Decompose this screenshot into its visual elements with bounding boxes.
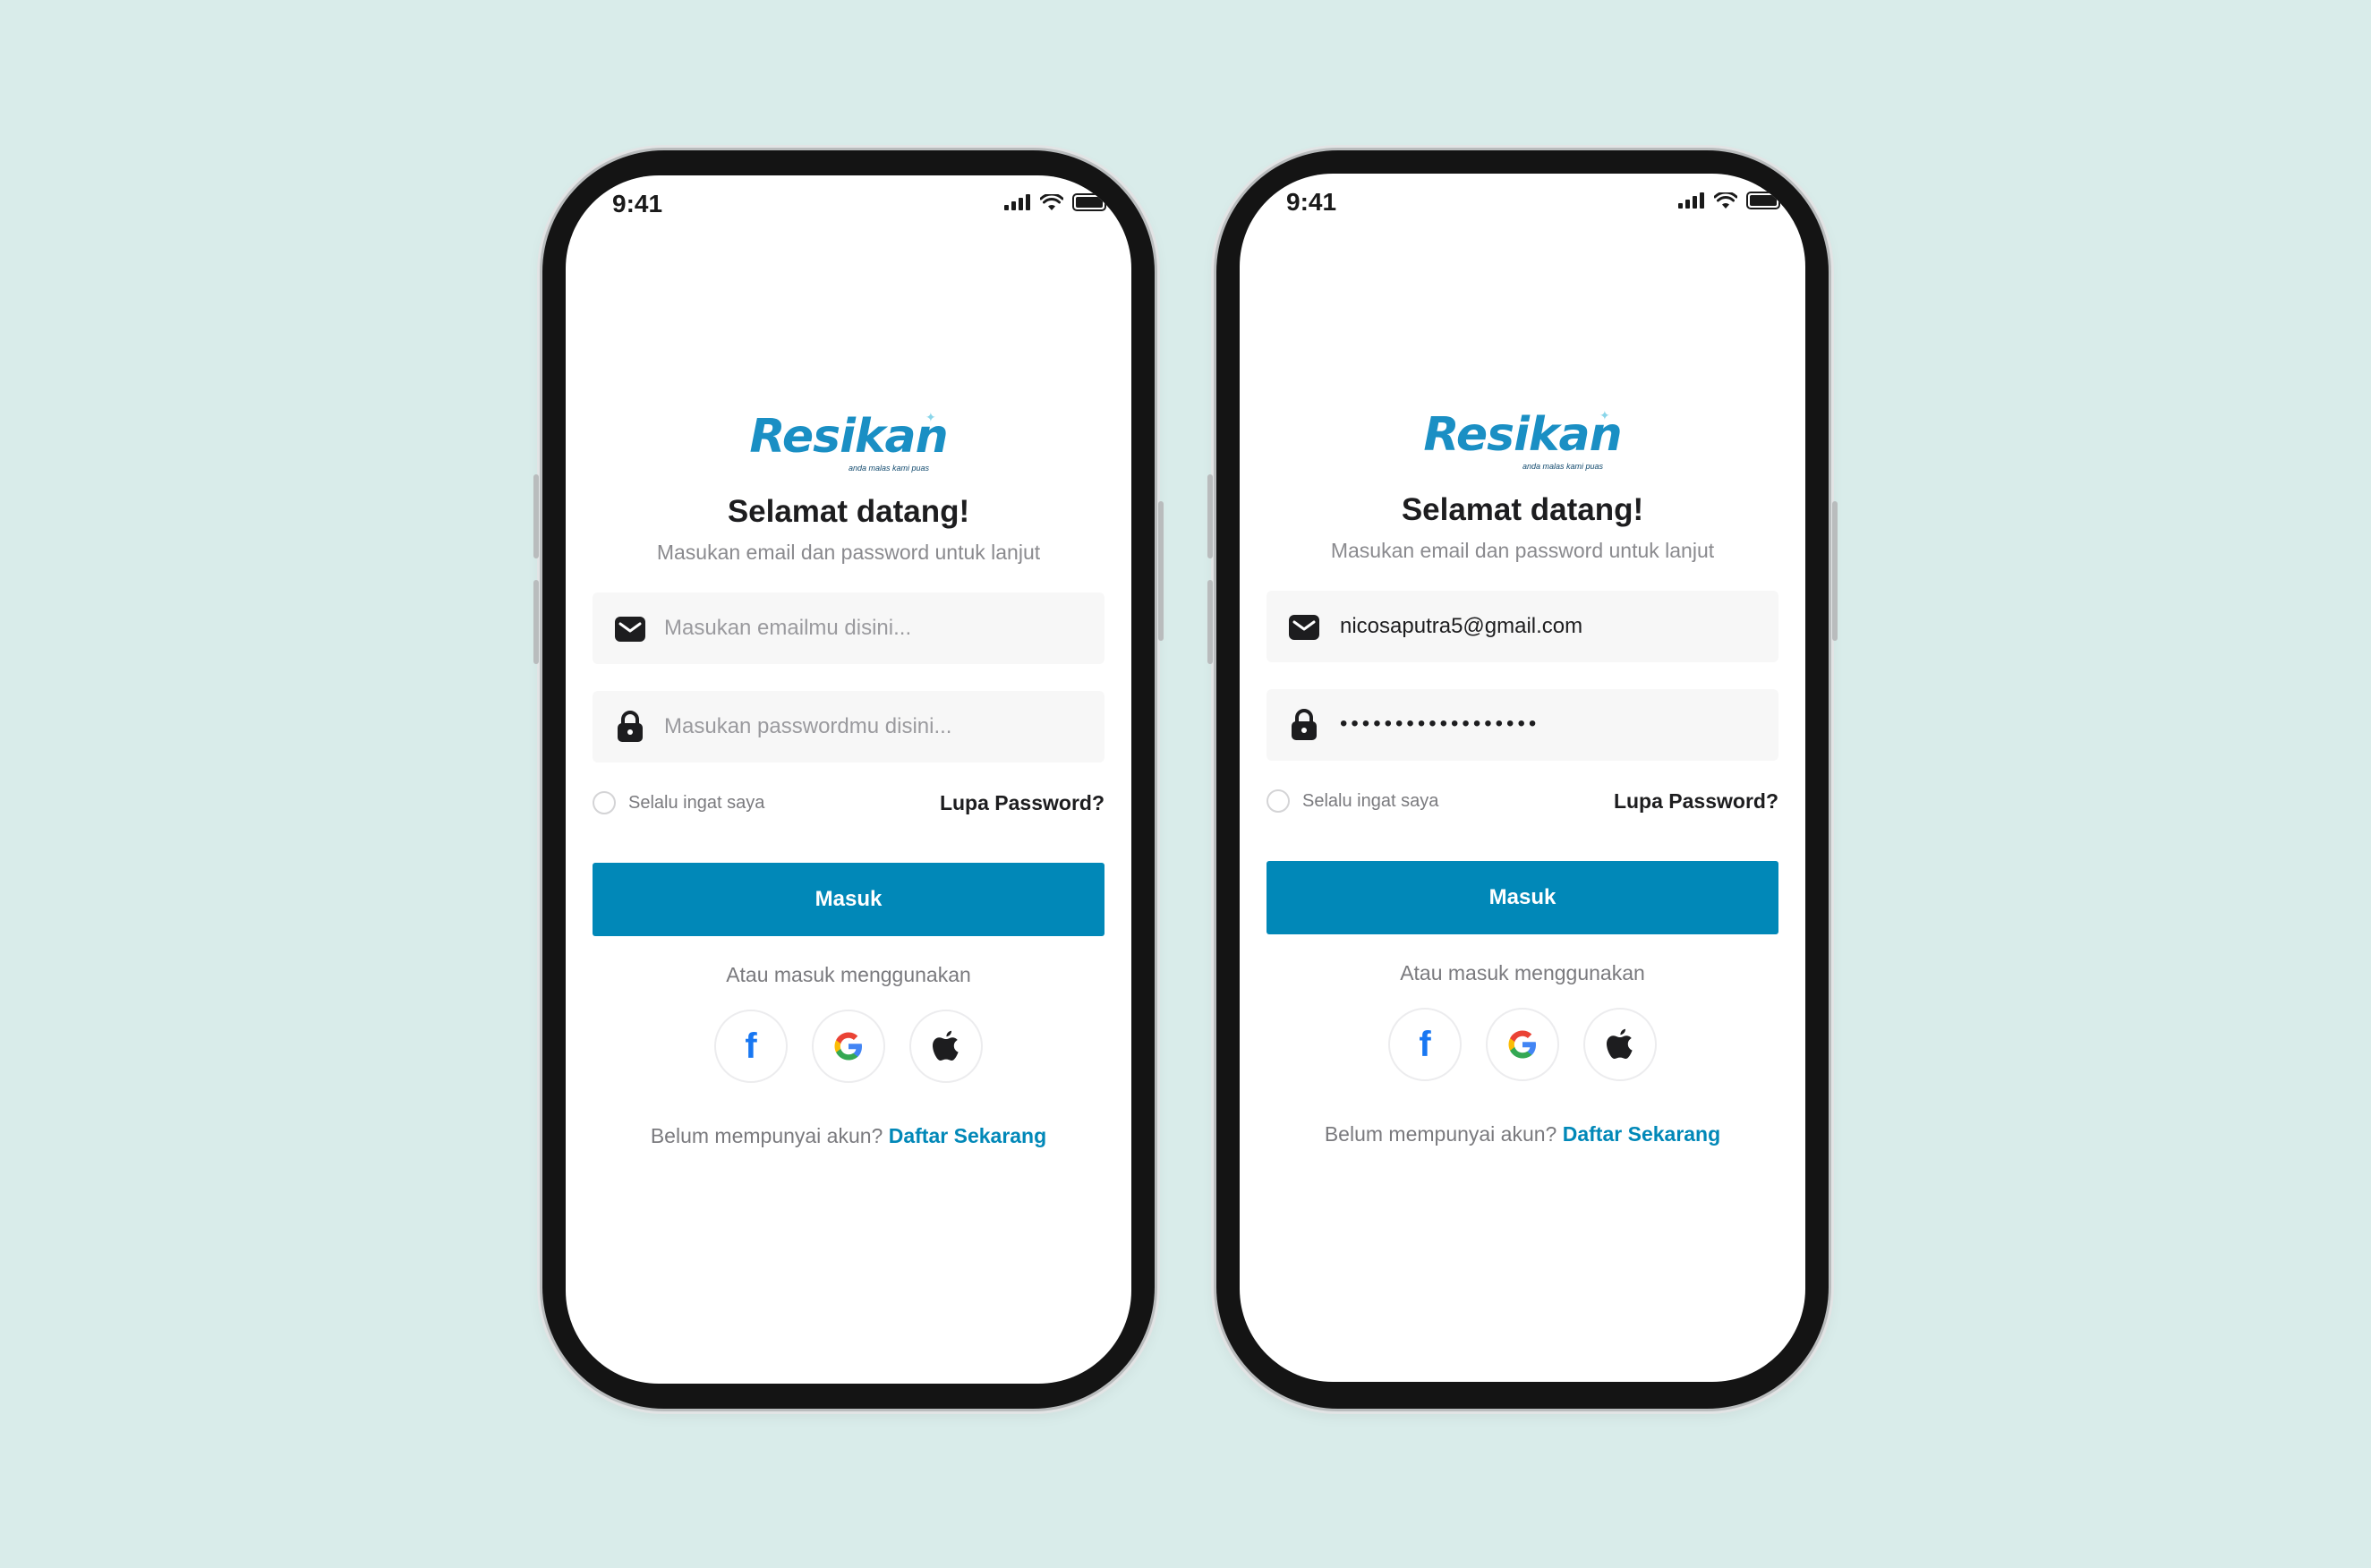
- logo-tagline: anda malas kami puas: [848, 464, 930, 473]
- register-prompt: Belum mempunyai akun? Daftar Sekarang: [1240, 1122, 1805, 1146]
- password-field[interactable]: ••••••••••••••••••: [1267, 689, 1778, 761]
- lock-icon: [1292, 709, 1317, 740]
- facebook-login-button[interactable]: f: [714, 1010, 788, 1083]
- apple-login-button[interactable]: [1583, 1008, 1657, 1081]
- register-prompt: Belum mempunyai akun? Daftar Sekarang: [566, 1124, 1131, 1148]
- remember-me-radio[interactable]: [593, 791, 616, 814]
- volume-down-button: [533, 580, 539, 664]
- email-input[interactable]: [664, 592, 1085, 664]
- register-link[interactable]: Daftar Sekarang: [889, 1124, 1046, 1147]
- social-login-row: f: [1240, 1008, 1805, 1083]
- page-subtitle: Masukan email dan password untuk lanjut: [656, 541, 1041, 564]
- remember-me-label: Selalu ingat saya: [628, 792, 765, 813]
- volume-up-button: [1207, 474, 1213, 558]
- sparkle-icon: ✦: [1599, 408, 1610, 422]
- wifi-icon: [1040, 193, 1063, 210]
- status-bar: 9:41: [1240, 174, 1805, 236]
- facebook-icon: f: [1419, 1025, 1431, 1064]
- page-title: Selamat datang!: [1401, 492, 1644, 527]
- logo-text: Resikan: [1423, 408, 1622, 462]
- status-time: 9:41: [1286, 188, 1337, 216]
- login-screen: 9:41 Resikan anda malas kami puas ✦ Sela…: [566, 175, 1131, 1384]
- register-prompt-text: Belum mempunyai akun?: [1324, 1122, 1557, 1146]
- social-login-row: f: [566, 1010, 1131, 1085]
- power-button: [1832, 501, 1838, 641]
- login-button[interactable]: Masuk: [1267, 861, 1778, 934]
- google-login-button[interactable]: [1486, 1008, 1559, 1081]
- status-icons: [1004, 193, 1110, 211]
- google-login-button[interactable]: [812, 1010, 885, 1083]
- power-button: [1158, 501, 1164, 641]
- facebook-icon: f: [745, 1027, 757, 1066]
- battery-icon: [1072, 193, 1110, 211]
- volume-down-button: [1207, 580, 1213, 664]
- status-bar: 9:41: [566, 175, 1131, 238]
- volume-up-button: [533, 474, 539, 558]
- register-link[interactable]: Daftar Sekarang: [1563, 1122, 1720, 1146]
- sparkle-icon: ✦: [925, 410, 936, 424]
- email-field[interactable]: nicosaputra5@gmail.com: [1267, 591, 1778, 662]
- remember-me-radio[interactable]: [1267, 789, 1290, 813]
- google-icon: [834, 1032, 862, 1061]
- apple-icon: [933, 1030, 959, 1061]
- login-button[interactable]: Masuk: [593, 863, 1104, 936]
- lock-icon: [618, 711, 643, 742]
- apple-login-button[interactable]: [909, 1010, 983, 1083]
- password-input[interactable]: ••••••••••••••••••: [1340, 689, 1539, 759]
- envelope-icon: [1289, 615, 1319, 640]
- password-input[interactable]: [664, 691, 1085, 763]
- login-screen: 9:41 Resikan anda malas kami puas ✦ Sela…: [1240, 174, 1805, 1382]
- signal-icon: [1004, 194, 1030, 210]
- facebook-login-button[interactable]: f: [1388, 1008, 1462, 1081]
- status-icons: [1678, 192, 1784, 209]
- alt-login-text: Atau masuk menggunakan: [1400, 961, 1645, 984]
- status-time: 9:41: [612, 190, 663, 217]
- logo-text: Resikan: [749, 410, 948, 464]
- password-field[interactable]: [593, 691, 1104, 763]
- page-title: Selamat datang!: [727, 494, 970, 529]
- apple-icon: [1607, 1028, 1633, 1059]
- forgot-password-link[interactable]: Lupa Password?: [940, 789, 1104, 816]
- phone-mockup-filled: 9:41 Resikan anda malas kami puas ✦ Sela…: [1207, 150, 1838, 1409]
- email-input[interactable]: nicosaputra5@gmail.com: [1340, 591, 1582, 662]
- remember-me[interactable]: Selalu ingat saya: [1267, 788, 1438, 814]
- remember-me-label: Selalu ingat saya: [1302, 790, 1439, 811]
- logo-tagline: anda malas kami puas: [1522, 462, 1604, 471]
- email-field[interactable]: [593, 592, 1104, 664]
- envelope-icon: [615, 617, 645, 642]
- page-subtitle: Masukan email dan password untuk lanjut: [1330, 539, 1715, 562]
- phone-mockup-empty: 9:41 Resikan anda malas kami puas ✦ Sela…: [533, 150, 1164, 1409]
- battery-icon: [1746, 192, 1784, 209]
- signal-icon: [1678, 192, 1704, 209]
- alt-login-text: Atau masuk menggunakan: [726, 963, 971, 986]
- remember-me[interactable]: Selalu ingat saya: [593, 789, 764, 816]
- forgot-password-link[interactable]: Lupa Password?: [1614, 788, 1778, 814]
- google-icon: [1508, 1030, 1536, 1059]
- register-prompt-text: Belum mempunyai akun?: [650, 1124, 883, 1147]
- wifi-icon: [1714, 192, 1737, 209]
